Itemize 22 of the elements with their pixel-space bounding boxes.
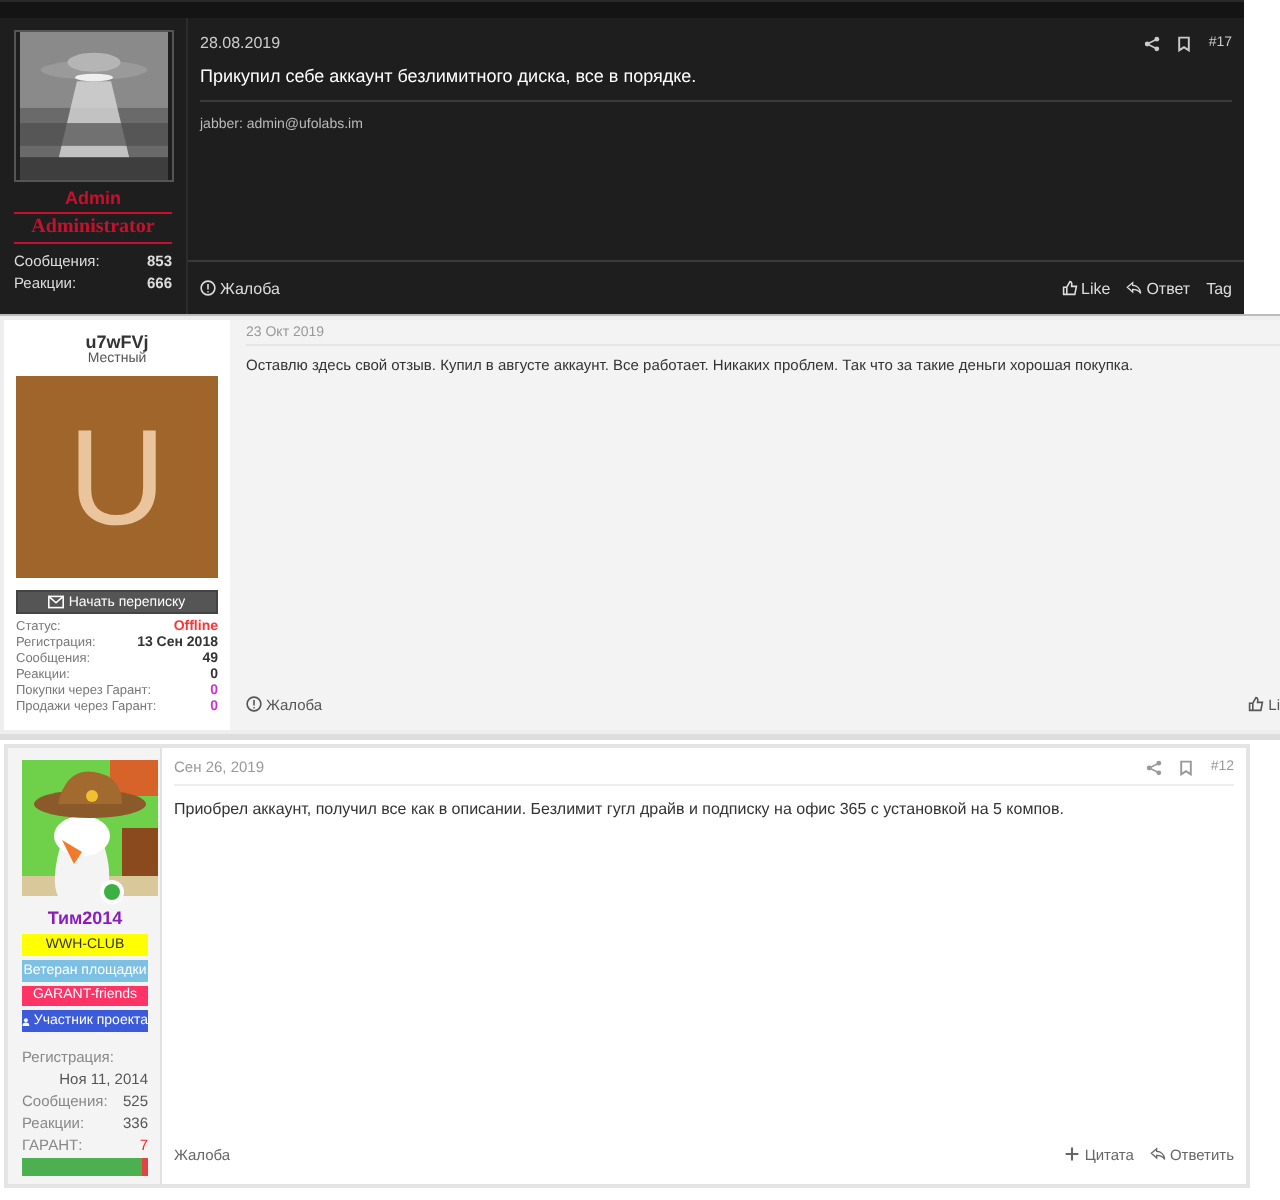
- share-icon[interactable]: [1144, 35, 1161, 51]
- alert-icon: [200, 280, 216, 296]
- envelope-icon: [48, 594, 65, 610]
- post-date[interactable]: 28.08.2019: [200, 34, 1129, 52]
- tag-button[interactable]: Tag: [1206, 279, 1232, 297]
- plus-icon: [1064, 1146, 1081, 1162]
- like-button[interactable]: Like: [1061, 279, 1111, 297]
- post-message: Прикупил себе аккаунт безлимитного диска, все в порядке.: [200, 66, 1232, 102]
- reply-icon: [1126, 280, 1143, 296]
- alert-icon: [246, 696, 262, 712]
- user-icon: [22, 1013, 30, 1030]
- post-message: Приобрел аккаунт, получил все как в описании. Безлимит гугл драйв и подписку на офис 365 с установкой на 5 компов.: [174, 798, 1066, 818]
- username[interactable]: Тим2014: [22, 908, 148, 928]
- guarantee-meter: [22, 1158, 148, 1177]
- thumbs-up-icon: [1248, 696, 1265, 712]
- reply-icon: [1149, 1146, 1166, 1162]
- report-link[interactable]: Жалоба: [200, 279, 280, 297]
- bookmark-icon[interactable]: [1176, 35, 1193, 51]
- thumbs-up-icon: [1061, 280, 1077, 296]
- username[interactable]: u7wFVj: [16, 332, 218, 352]
- user-title: Administrator: [14, 214, 172, 244]
- reply-button[interactable]: Ответ: [1126, 279, 1191, 297]
